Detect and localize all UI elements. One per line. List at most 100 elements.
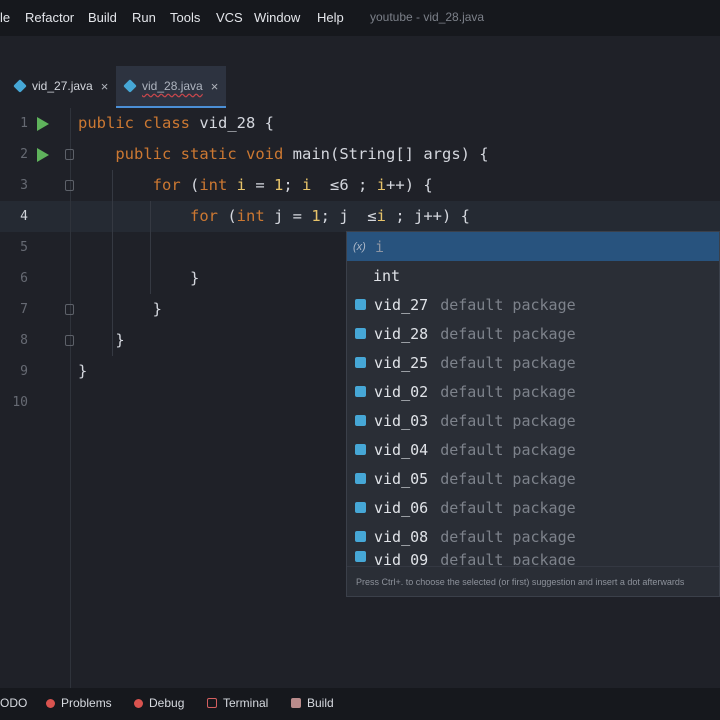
class-icon xyxy=(355,502,366,513)
autocomplete-name: vid_03 xyxy=(374,411,429,430)
gutter-line: 1 xyxy=(0,108,60,139)
autocomplete-item-class[interactable]: vid_08 default package xyxy=(347,522,719,551)
class-icon xyxy=(355,357,366,368)
line-number: 9 xyxy=(20,364,28,379)
problems-label: Problems xyxy=(61,696,112,710)
autocomplete-name: i xyxy=(375,237,385,256)
gutter-separator xyxy=(70,108,71,688)
autocomplete-name: vid_25 xyxy=(374,353,429,372)
tab-vid-28[interactable]: vid_28.java × xyxy=(116,66,227,108)
fold-icon[interactable] xyxy=(65,149,74,160)
autocomplete-name: vid_09 xyxy=(374,551,429,565)
autocomplete-package: default package xyxy=(440,498,576,517)
menu-bar: le Refactor Build Run Tools VCS Window H… xyxy=(0,0,720,36)
menu-run[interactable]: Run xyxy=(132,10,156,25)
problems-button[interactable]: Problems xyxy=(46,696,112,710)
autocomplete-item-class[interactable]: vid_05 default package xyxy=(347,464,719,493)
gutter-line: 9 xyxy=(0,356,60,387)
tab-label: vid_27.java xyxy=(32,79,93,93)
class-icon xyxy=(355,444,366,455)
menu-help[interactable]: Help xyxy=(317,10,344,25)
autocomplete-package: default package xyxy=(440,469,576,488)
run-icon[interactable] xyxy=(37,148,49,162)
java-file-icon xyxy=(123,79,137,93)
autocomplete-package: default package xyxy=(440,527,576,546)
autocomplete-popup[interactable]: (x) i int vid_27 default package vid_28 … xyxy=(346,231,720,597)
fold-icon[interactable] xyxy=(65,180,74,191)
autocomplete-package: default package xyxy=(440,324,576,343)
gutter-line: 10 xyxy=(0,387,60,418)
line-number: 1 xyxy=(20,116,28,131)
code-line[interactable]: } xyxy=(78,325,124,356)
autocomplete-item-keyword[interactable]: int xyxy=(347,261,719,290)
debug-label: Debug xyxy=(149,696,185,710)
class-icon xyxy=(355,551,366,562)
autocomplete-package: default package xyxy=(440,382,576,401)
debug-button[interactable]: Debug xyxy=(134,696,184,710)
line-number: 7 xyxy=(20,302,28,317)
class-icon xyxy=(355,473,366,484)
close-icon[interactable]: × xyxy=(101,79,109,94)
autocomplete-name: vid_06 xyxy=(374,498,429,517)
autocomplete-item-class[interactable]: vid_06 default package xyxy=(347,493,719,522)
autocomplete-item-variable[interactable]: (x) i xyxy=(347,232,719,261)
code-line[interactable]: public static void main(String[] args) { xyxy=(78,139,488,170)
gutter-line: 3 xyxy=(0,170,74,201)
class-icon xyxy=(355,415,366,426)
menu-refactor[interactable]: Refactor xyxy=(25,10,74,25)
code-line[interactable]: } xyxy=(78,294,162,325)
fold-icon[interactable] xyxy=(65,335,74,346)
autocomplete-package: default package xyxy=(440,411,576,430)
autocomplete-name: int xyxy=(373,266,401,285)
build-label: Build xyxy=(307,696,334,710)
tab-label: vid_28.java xyxy=(142,79,203,93)
class-icon xyxy=(355,328,366,339)
class-icon xyxy=(355,386,366,397)
line-number: 5 xyxy=(20,240,28,255)
menu-tools[interactable]: Tools xyxy=(170,10,200,25)
autocomplete-item-class[interactable]: vid_04 default package xyxy=(347,435,719,464)
line-number: 3 xyxy=(20,178,28,193)
line-number: 6 xyxy=(20,271,28,286)
autocomplete-item-class[interactable]: vid_25 default package xyxy=(347,348,719,377)
autocomplete-package: default package xyxy=(440,353,576,372)
code-line[interactable]: public class vid_28 { xyxy=(78,108,274,139)
code-line[interactable]: } xyxy=(78,263,199,294)
autocomplete-name: vid_02 xyxy=(374,382,429,401)
autocomplete-item-class[interactable]: vid_27 default package xyxy=(347,290,719,319)
menu-window[interactable]: Window xyxy=(254,10,300,25)
fold-icon[interactable] xyxy=(65,304,74,315)
menu-vcs[interactable]: VCS xyxy=(216,10,243,25)
code-line[interactable]: for (int i = 1; i ≤6 ; i++) { xyxy=(78,170,433,201)
class-icon xyxy=(355,531,366,542)
tool-window-bar: ODO Problems Debug Terminal Build xyxy=(0,688,720,720)
code-line[interactable]: } xyxy=(78,356,87,387)
autocomplete-name: vid_27 xyxy=(374,295,429,314)
autocomplete-name: vid_04 xyxy=(374,440,429,459)
java-file-icon xyxy=(13,79,27,93)
code-line[interactable]: for (int j = 1; j ≤i ; j++) { xyxy=(78,201,470,232)
todo-button[interactable]: ODO xyxy=(0,696,27,710)
gutter-line: 6 xyxy=(0,263,60,294)
class-icon xyxy=(355,299,366,310)
line-number: 8 xyxy=(20,333,28,348)
close-icon[interactable]: × xyxy=(211,79,219,94)
line-number: 10 xyxy=(12,395,28,410)
autocomplete-hint: Press Ctrl+. to choose the selected (or … xyxy=(347,566,719,596)
todo-label: ODO xyxy=(0,696,28,710)
gutter-line: 5 xyxy=(0,232,60,263)
autocomplete-name: vid_08 xyxy=(374,527,429,546)
tab-vid-27[interactable]: vid_27.java × xyxy=(6,66,116,106)
autocomplete-item-class[interactable]: vid_02 default package xyxy=(347,377,719,406)
terminal-icon xyxy=(207,698,217,708)
autocomplete-package: default package xyxy=(440,295,576,314)
menu-build[interactable]: Build xyxy=(88,10,117,25)
autocomplete-item-class[interactable]: vid_03 default package xyxy=(347,406,719,435)
build-button[interactable]: Build xyxy=(291,696,334,710)
autocomplete-item-class[interactable]: vid_28 default package xyxy=(347,319,719,348)
gutter-line: 8 xyxy=(0,325,74,356)
menu-file[interactable]: le xyxy=(0,10,10,25)
autocomplete-item-class[interactable]: vid_09 default package xyxy=(347,551,719,565)
terminal-button[interactable]: Terminal xyxy=(207,696,268,710)
run-icon[interactable] xyxy=(37,117,49,131)
